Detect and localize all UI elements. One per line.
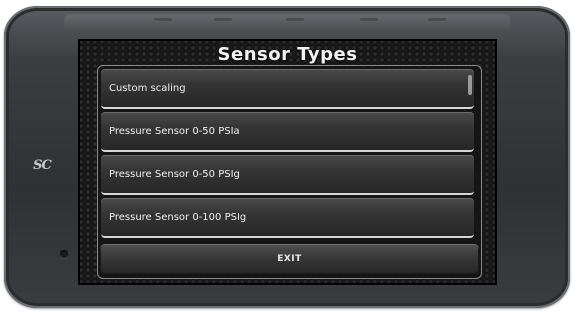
list-item-label: Pressure Sensor 0-50 PSIg <box>109 169 240 180</box>
sensor-list-frame: Custom scaling Pressure Sensor 0-50 PSIa… <box>97 65 482 279</box>
exit-button[interactable]: EXIT <box>100 244 479 274</box>
bezel-notch <box>360 18 378 21</box>
list-item-label: Pressure Sensor 0-50 PSIa <box>109 126 240 137</box>
light-sensor <box>60 250 68 258</box>
bezel-top-highlight <box>64 14 510 32</box>
list-item-pressure-0-50-psia[interactable]: Pressure Sensor 0-50 PSIa <box>101 112 474 152</box>
display-screen: Sensor Types Custom scaling Pressure Sen… <box>78 39 497 285</box>
list-item-pressure-0-50-psig[interactable]: Pressure Sensor 0-50 PSIg <box>101 155 474 195</box>
list-item-custom-scaling[interactable]: Custom scaling <box>101 69 474 109</box>
sensor-type-list: Custom scaling Pressure Sensor 0-50 PSIa… <box>101 69 478 244</box>
bezel-notch <box>286 18 304 21</box>
list-item-label: Pressure Sensor 0-100 PSIg <box>109 212 247 223</box>
bezel-notch <box>214 18 232 21</box>
list-item-label: Custom scaling <box>109 83 186 94</box>
brand-logo: SC <box>33 158 52 173</box>
scrollbar-thumb[interactable] <box>468 75 472 95</box>
bezel-notch <box>428 18 446 21</box>
page-title: Sensor Types <box>217 44 358 65</box>
bezel-notch <box>154 18 172 21</box>
list-item-pressure-0-100-psig[interactable]: Pressure Sensor 0-100 PSIg <box>101 198 474 238</box>
